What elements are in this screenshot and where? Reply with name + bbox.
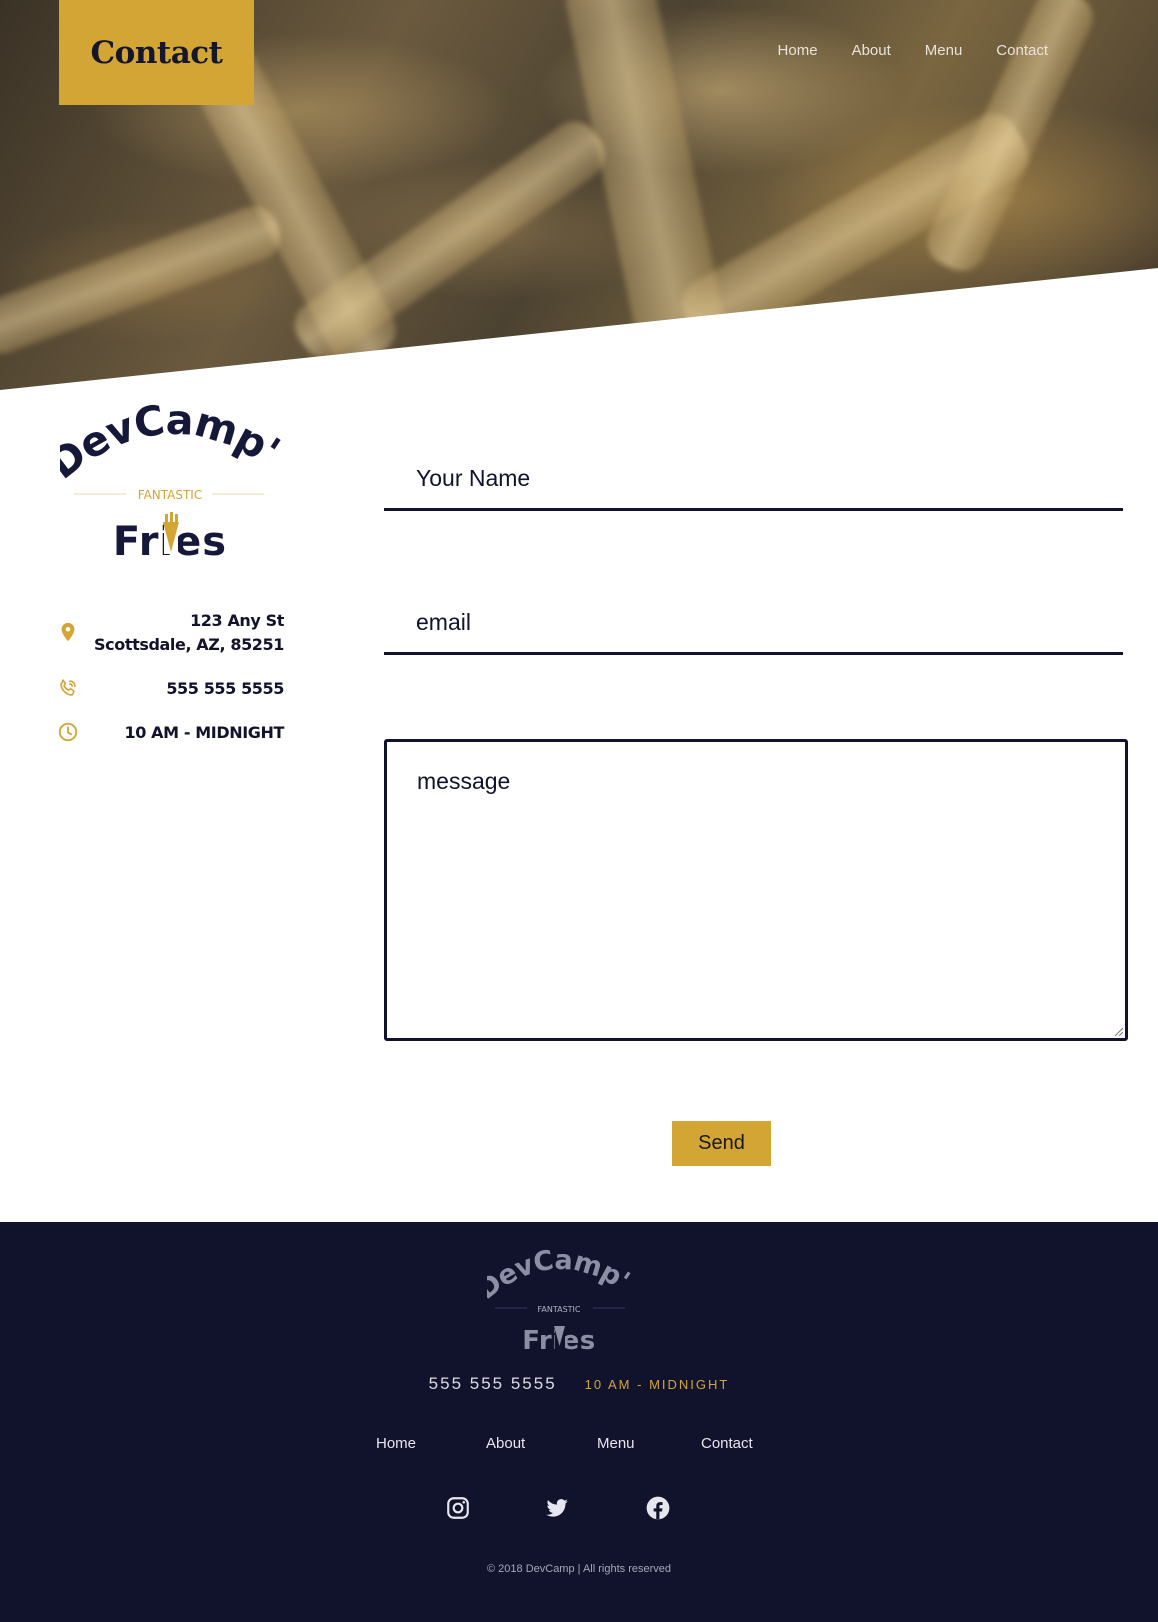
phone-text: 555 555 5555: [166, 679, 284, 698]
message-textarea[interactable]: [387, 742, 1125, 1038]
hours-row: 10 AM - MIDNIGHT: [57, 721, 284, 745]
footer-nav-contact[interactable]: Contact: [701, 1435, 753, 1452]
clock-icon: [58, 722, 78, 742]
footer-logo-devcamps: DevCamp's: [487, 1245, 632, 1306]
hours-text: 10 AM - MIDNIGHT: [124, 723, 285, 742]
nav-home[interactable]: Home: [778, 42, 818, 59]
logo-fantastic: FANTASTIC: [138, 488, 202, 502]
footer-hours: 10 AM - MIDNIGHT: [584, 1377, 730, 1392]
map-pin-icon: [61, 622, 75, 642]
email-field-wrap: [384, 592, 1123, 655]
resize-grip-icon[interactable]: [1113, 1026, 1123, 1036]
top-nav: Home About Menu Contact: [744, 42, 1048, 59]
copyright: © 2018 DevCamp | All rights reserved: [487, 1563, 671, 1575]
footer-logo: DevCamp's FANTASTIC Fries: [487, 1245, 632, 1356]
facebook-icon[interactable]: [645, 1495, 671, 1521]
logo-devcamps: DevCamp's: [60, 400, 285, 489]
footer-contact: 555 555 5555 10 AM - MIDNIGHT: [0, 1374, 1158, 1394]
address-line1: 123 Any St: [190, 611, 284, 630]
message-field-wrap: [384, 739, 1128, 1041]
name-field-wrap: [384, 448, 1123, 511]
email-input[interactable]: [384, 592, 1123, 652]
footer-nav-home[interactable]: Home: [376, 1435, 416, 1452]
footer-nav-menu[interactable]: Menu: [597, 1435, 635, 1452]
instagram-icon[interactable]: [445, 1495, 471, 1521]
svg-text:DevCamp's: DevCamp's: [60, 400, 285, 489]
address-row: 123 Any St Scottsdale, AZ, 85251: [57, 609, 284, 657]
address-line2: Scottsdale, AZ, 85251: [94, 635, 284, 654]
phone-icon: [60, 679, 76, 696]
footer-nav-about[interactable]: About: [486, 1435, 525, 1452]
name-input[interactable]: [384, 448, 1123, 508]
twitter-icon[interactable]: [544, 1495, 570, 1521]
brand-logo: DevCamp's FANTASTIC Fries: [60, 400, 285, 565]
phone-row: 555 555 5555: [57, 677, 284, 701]
page-title: Contact: [90, 34, 224, 71]
footer-logo-fantastic: FANTASTIC: [538, 1305, 581, 1314]
nav-about[interactable]: About: [852, 42, 891, 59]
footer-phone: 555 555 5555: [428, 1374, 557, 1393]
nav-contact[interactable]: Contact: [996, 42, 1048, 59]
page-title-box: Contact: [59, 0, 254, 105]
nav-menu[interactable]: Menu: [925, 42, 963, 59]
svg-text:DevCamp's: DevCamp's: [487, 1245, 632, 1306]
send-button[interactable]: Send: [672, 1121, 771, 1166]
